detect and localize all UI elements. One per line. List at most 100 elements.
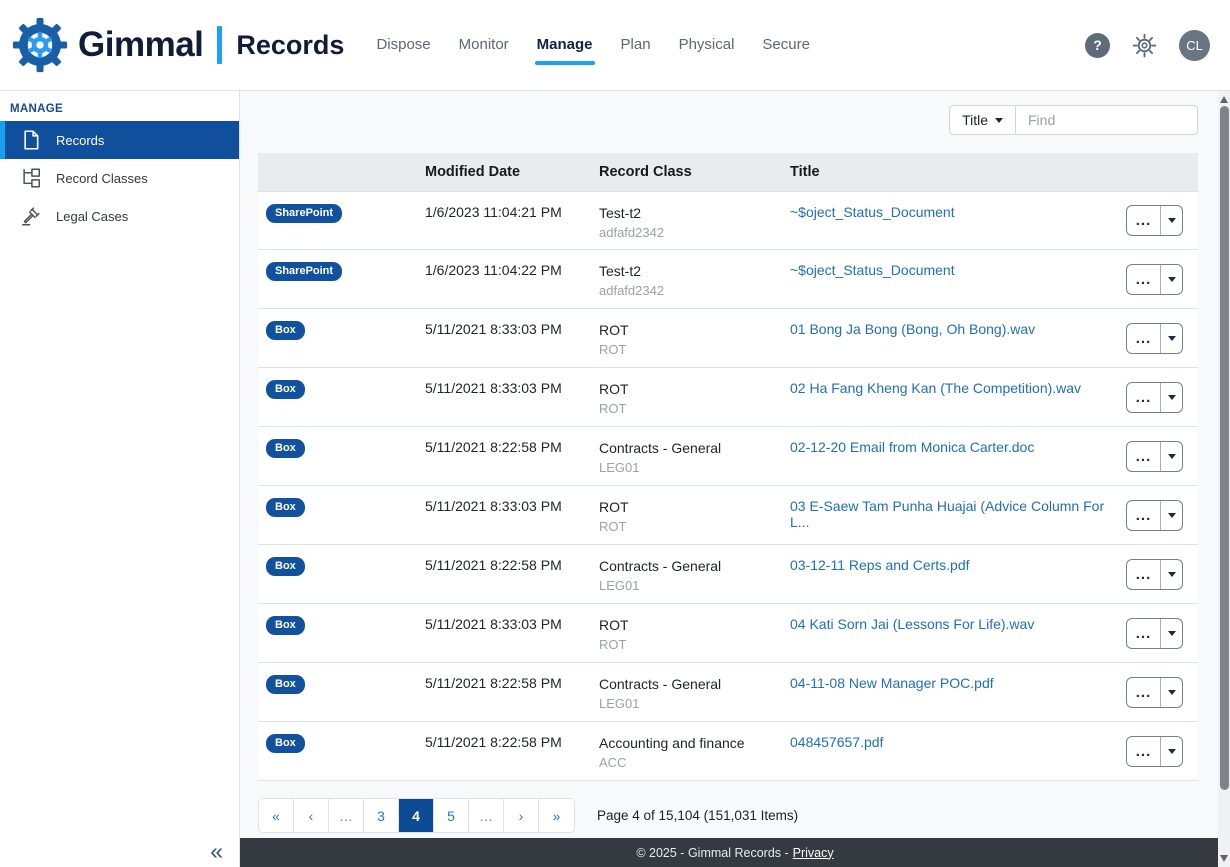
row-menu-caret-button[interactable]: [1160, 206, 1182, 235]
record-class-name: Contracts - General: [599, 439, 790, 459]
pagination-page-4-button[interactable]: 4: [399, 799, 434, 832]
sidebar-item-legal-cases[interactable]: Legal Cases: [0, 197, 239, 235]
row-menu-ellipsis-button[interactable]: ...: [1127, 501, 1160, 530]
pagination-prev-button[interactable]: ‹: [294, 799, 329, 832]
record-title-link[interactable]: 04-11-08 New Manager POC.pdf: [790, 675, 994, 691]
source-badge[interactable]: Box: [266, 498, 305, 517]
pagination-page-3-button[interactable]: 3: [364, 799, 399, 832]
footer: © 2025 - Gimmal Records - Privacy: [240, 838, 1230, 867]
row-menu-ellipsis-button[interactable]: ...: [1127, 678, 1160, 707]
row-menu-ellipsis-button[interactable]: ...: [1127, 383, 1160, 412]
modified-date: 5/11/2021 8:33:03 PM: [425, 486, 599, 544]
source-badge[interactable]: SharePoint: [266, 262, 342, 281]
pagination-bar: « ‹ … 3 4 5 … › » Page 4 of 15,104 (151,…: [258, 798, 1198, 833]
record-title-link[interactable]: 02 Ha Fang Kheng Kan (The Competition).w…: [790, 380, 1081, 396]
find-input[interactable]: [1016, 105, 1198, 135]
nav-item-dispose[interactable]: Dispose: [376, 28, 430, 63]
record-title-link[interactable]: 01 Bong Ja Bong (Bong, Oh Bong).wav: [790, 321, 1035, 337]
row-menu-caret-button[interactable]: [1160, 383, 1182, 412]
pagination-page-5-button[interactable]: 5: [434, 799, 469, 832]
row-menu-ellipsis-button[interactable]: ...: [1127, 442, 1160, 471]
pagination-first-button[interactable]: «: [259, 799, 294, 832]
table-row: Box 5/11/2021 8:22:58 PM Accounting and …: [258, 722, 1198, 781]
caret-down-icon: [1168, 572, 1176, 577]
source-badge[interactable]: Box: [266, 557, 305, 576]
record-title-link[interactable]: 02-12-20 Email from Monica Carter.doc: [790, 439, 1034, 455]
row-menu-caret-button[interactable]: [1160, 501, 1182, 530]
pagination-group: « ‹ … 3 4 5 … › »: [258, 798, 575, 833]
record-class-code: adfafd2342: [599, 282, 790, 301]
row-menu-caret-button[interactable]: [1160, 265, 1182, 294]
pagination-ellipsis[interactable]: …: [329, 799, 364, 832]
row-menu-ellipsis-button[interactable]: ...: [1127, 324, 1160, 353]
source-badge[interactable]: Box: [266, 439, 305, 458]
row-menu-ellipsis-button[interactable]: ...: [1127, 560, 1160, 589]
source-badge[interactable]: SharePoint: [266, 204, 342, 223]
column-header-title: Title: [790, 164, 1126, 180]
record-title-link[interactable]: ~$oject_Status_Document: [790, 204, 955, 220]
row-actions-split-button: ...: [1126, 264, 1183, 295]
user-avatar[interactable]: CL: [1179, 30, 1210, 61]
record-title-link[interactable]: 04 Kati Sorn Jai (Lessons For Life).wav: [790, 616, 1034, 632]
caret-down-icon: [1168, 395, 1176, 400]
pagination-ellipsis[interactable]: …: [469, 799, 504, 832]
settings-gear-icon[interactable]: [1132, 33, 1157, 58]
pagination-summary: Page 4 of 15,104 (151,031 Items): [597, 808, 798, 823]
sidebar-item-records[interactable]: Records: [0, 121, 239, 159]
row-actions-split-button: ...: [1126, 677, 1183, 708]
sidebar-collapse-chevrons-icon[interactable]: «: [210, 838, 223, 865]
modified-date: 5/11/2021 8:33:03 PM: [425, 309, 599, 367]
product-name: Records: [236, 30, 344, 61]
record-title-link[interactable]: ~$oject_Status_Document: [790, 262, 955, 278]
record-title-link[interactable]: 03-12-11 Reps and Certs.pdf: [790, 557, 970, 573]
scroll-up-arrow-icon[interactable]: [1220, 95, 1228, 103]
sidebar-item-record-classes[interactable]: Record Classes: [0, 159, 239, 197]
row-actions-split-button: ...: [1126, 205, 1183, 236]
row-menu-caret-button[interactable]: [1160, 324, 1182, 353]
sidebar-section-label: MANAGE: [0, 91, 239, 121]
pagination-next-button[interactable]: ›: [504, 799, 539, 832]
record-class-name: Accounting and finance: [599, 734, 790, 754]
source-badge[interactable]: Box: [266, 734, 305, 753]
source-badge[interactable]: Box: [266, 616, 305, 635]
pagination-last-button[interactable]: »: [539, 799, 574, 832]
row-menu-caret-button[interactable]: [1160, 560, 1182, 589]
help-icon[interactable]: ?: [1085, 33, 1110, 58]
table-row: Box 5/11/2021 8:33:03 PM ROT ROT 01 Bong…: [258, 309, 1198, 368]
row-menu-caret-button[interactable]: [1160, 678, 1182, 707]
row-menu-caret-button[interactable]: [1160, 737, 1182, 766]
row-menu-caret-button[interactable]: [1160, 619, 1182, 648]
app-header: Gimmal Records Dispose Monitor Manage Pl…: [0, 0, 1230, 91]
privacy-link[interactable]: Privacy: [793, 846, 834, 860]
nav-item-secure[interactable]: Secure: [762, 28, 810, 63]
row-menu-ellipsis-button[interactable]: ...: [1127, 206, 1160, 235]
record-title-link[interactable]: 03 E-Saew Tam Punha Huajai (Advice Colum…: [790, 498, 1104, 530]
row-actions-split-button: ...: [1126, 441, 1183, 472]
record-title-link[interactable]: 048457657.pdf: [790, 734, 883, 750]
nav-item-physical[interactable]: Physical: [679, 28, 735, 63]
source-badge[interactable]: Box: [266, 321, 305, 340]
row-menu-ellipsis-button[interactable]: ...: [1127, 265, 1160, 294]
scroll-down-arrow-icon[interactable]: [1220, 855, 1228, 863]
source-badge[interactable]: Box: [266, 675, 305, 694]
row-menu-ellipsis-button[interactable]: ...: [1127, 737, 1160, 766]
caret-down-icon: [1168, 631, 1176, 636]
caret-down-icon: [1168, 218, 1176, 223]
records-table: Modified Date Record Class Title SharePo…: [258, 153, 1198, 781]
vertical-scrollbar[interactable]: [1218, 91, 1230, 867]
nav-item-plan[interactable]: Plan: [621, 28, 651, 63]
nav-item-monitor[interactable]: Monitor: [459, 28, 509, 63]
row-menu-ellipsis-button[interactable]: ...: [1127, 619, 1160, 648]
nav-item-manage[interactable]: Manage: [537, 28, 593, 63]
scrollbar-thumb[interactable]: [1220, 106, 1229, 790]
footer-copyright: © 2025 - Gimmal Records -: [636, 846, 788, 860]
modified-date: 1/6/2023 11:04:22 PM: [425, 250, 599, 308]
source-badge[interactable]: Box: [266, 380, 305, 399]
row-menu-caret-button[interactable]: [1160, 442, 1182, 471]
caret-down-icon: [1168, 454, 1176, 459]
table-body: SharePoint 1/6/2023 11:04:21 PM Test-t2 …: [258, 191, 1198, 781]
row-actions-split-button: ...: [1126, 500, 1183, 531]
filter-field-dropdown[interactable]: Title: [949, 105, 1016, 135]
brand-divider: [217, 26, 222, 64]
column-header-modified-date: Modified Date: [425, 164, 599, 180]
